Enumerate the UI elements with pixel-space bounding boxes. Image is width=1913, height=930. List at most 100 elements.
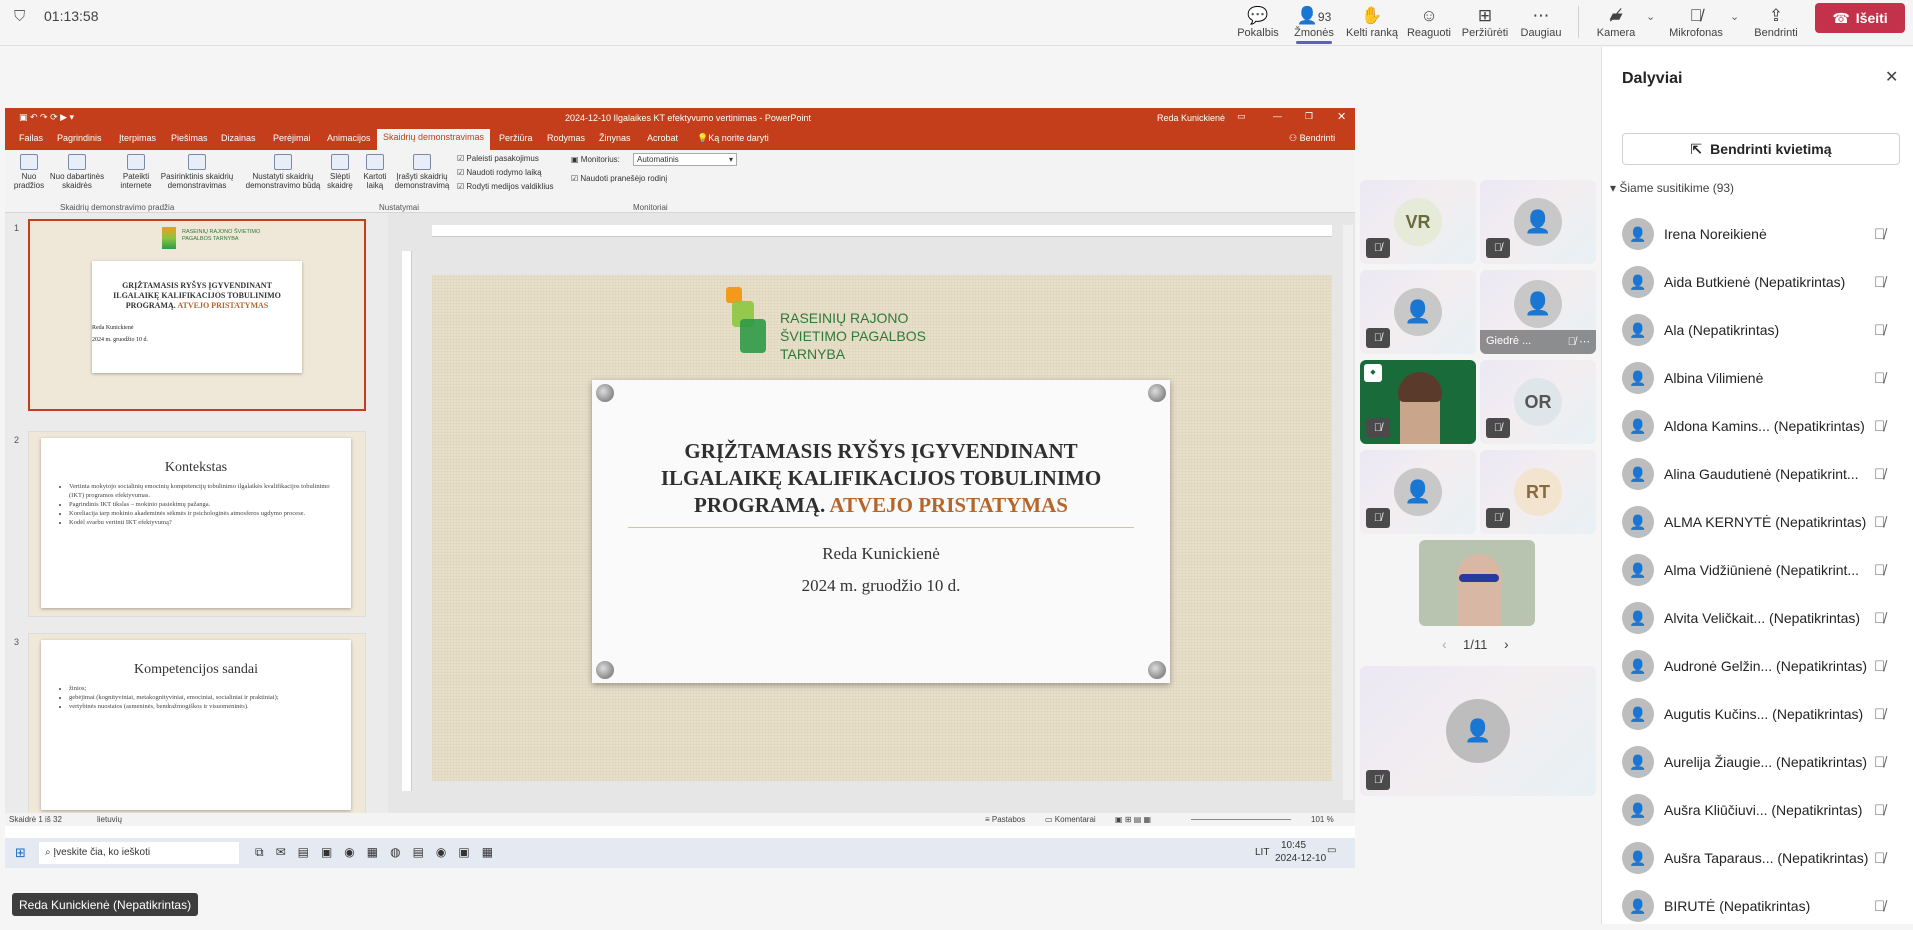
participant-row[interactable]: 👤 Alma Vidžiūnienė (Nepatikrint... 🎙̸ <box>1602 546 1913 594</box>
participant-row[interactable]: 👤 Aušra Kliūčiuvi... (Nepatikrintas) 🎙̸ <box>1602 786 1913 834</box>
checkbox-media-controls[interactable]: ☑ Rodyti medijos valdiklius <box>457 182 554 191</box>
panel-title: Dalyviai <box>1622 70 1683 87</box>
current-slide[interactable]: RASEINIŲ RAJONO ŠVIETIMO PAGALBOS TARNYB… <box>432 275 1332 781</box>
checkbox-presenter-view[interactable]: ☑ Naudoti pranešėjo rodinį <box>571 174 667 183</box>
camera-button[interactable]: ▰̸ Kamera <box>1588 0 1644 46</box>
rehearse-button[interactable]: Kartoti laiką <box>357 154 393 190</box>
participant-row[interactable]: 👤 Audronė Gelžin... (Nepatikrintas) 🎙̸ <box>1602 642 1913 690</box>
avatar: VR <box>1394 198 1442 246</box>
video-tile[interactable]: RT 🎙̸ <box>1480 450 1596 534</box>
taskbar-search-input[interactable]: ⌕ Įveskite čia, ko ieškoti <box>39 842 239 864</box>
chat-button[interactable]: 💬 Pokalbis <box>1230 0 1286 46</box>
thumb-date: 2024 m. gruodžio 10 d. <box>92 337 148 343</box>
view-buttons[interactable]: ▣ ⊞ ▤ ▦ <box>1115 815 1151 824</box>
video-tile[interactable]: VR 🎙̸ <box>1360 180 1476 264</box>
hide-slide-button[interactable]: Slėpti skaidrę <box>323 154 357 190</box>
section-header[interactable]: ▾ Šiame susitikime (93) <box>1610 181 1734 195</box>
monitor-select[interactable]: Automatinis ▾ <box>633 153 737 166</box>
tab-design[interactable]: Dizainas <box>219 133 258 150</box>
tab-animations[interactable]: Animacijos <box>325 133 373 150</box>
hand-icon: ✋ <box>1361 6 1383 25</box>
from-current-button[interactable]: Nuo dabartinės skaidrės <box>45 154 109 190</box>
prev-page-icon[interactable]: ‹ <box>1442 636 1447 652</box>
participant-row[interactable]: 👤 Ala (Nepatikrintas) 🎙̸ <box>1602 306 1913 354</box>
raise-hand-button[interactable]: ✋ Kelti ranką <box>1344 0 1400 46</box>
screw-icon <box>1148 661 1166 679</box>
comments-button[interactable]: ▭ Komentarai <box>1045 815 1096 824</box>
tab-view[interactable]: Rodymas <box>545 133 587 150</box>
notifications-icon[interactable]: ▭ <box>1327 845 1336 856</box>
self-video-tile[interactable]: 👤 🎙̸ <box>1360 666 1596 796</box>
slide-thumbnail-3[interactable]: Kompetencijos sandai žinios; gebėjimai (… <box>28 633 366 813</box>
avatar: 👤 <box>1622 410 1654 442</box>
mic-off-icon: 🎙̸ <box>1689 6 1703 25</box>
taskbar-app-icons[interactable]: ⧉✉▤▣◉▦◍▤◉▣▦ <box>255 845 505 860</box>
view-button[interactable]: ⊞ Peržiūrėti <box>1458 0 1512 46</box>
slide-thumbnail-1[interactable]: RASEINIŲ RAJONO ŠVIETIMO PAGALBOS TARNYB… <box>28 219 366 411</box>
tab-file[interactable]: Failas <box>17 133 45 150</box>
participant-row[interactable]: 👤 Albina Vilimienė 🎙̸ <box>1602 354 1913 402</box>
video-tile-camera[interactable] <box>1419 540 1535 626</box>
slide-thumbnail-2[interactable]: Kontekstas Vertinta mokytojo socialinių … <box>28 431 366 617</box>
zoom-slider[interactable] <box>1191 819 1291 820</box>
tab-help[interactable]: Žinynas <box>597 133 633 150</box>
present-online-button[interactable]: Pateikti internete <box>113 154 159 190</box>
participant-name: Alvita Veličkait... (Nepatikrintas) <box>1664 610 1861 626</box>
checkbox-timings[interactable]: ☑ Naudoti rodymo laiką <box>457 168 542 177</box>
participant-row[interactable]: 👤 Aurelija Žiaugie... (Nepatikrintas) 🎙̸ <box>1602 738 1913 786</box>
mic-chevron-icon[interactable]: ⌄ <box>1730 10 1739 23</box>
setup-show-button[interactable]: Nustatyti skaidrių demonstravimo būdą <box>241 154 325 190</box>
ribbon-display-icon[interactable]: ▭ <box>1237 111 1246 122</box>
language[interactable]: lietuvių <box>97 815 122 824</box>
tab-review[interactable]: Peržiūra <box>497 133 535 150</box>
participant-row[interactable]: 👤 Aldona Kamins... (Nepatikrintas) 🎙̸ <box>1602 402 1913 450</box>
tab-acrobat[interactable]: Acrobat <box>645 133 680 150</box>
participant-row[interactable]: 👤 Aida Butkienė (Nepatikrintas) 🎙̸ <box>1602 258 1913 306</box>
participant-row[interactable]: 👤 Alvita Veličkait... (Nepatikrintas) 🎙̸ <box>1602 594 1913 642</box>
restore-icon[interactable]: ❐ <box>1305 111 1313 122</box>
from-start-button[interactable]: Nuo pradžios <box>9 154 49 190</box>
video-tile[interactable]: 👤 🎙̸ <box>1360 270 1476 354</box>
slide-title: GRĮŽTAMASIS RYŠYS ĮGYVENDINANT ILGALAIKĘ… <box>660 439 1102 517</box>
leave-button[interactable]: ☎ Išeiti <box>1815 3 1905 33</box>
share-button[interactable]: ⇪ Bendrinti <box>1748 0 1804 46</box>
close-window-icon[interactable]: ✕ <box>1337 110 1346 123</box>
ribbon: Nuo pradžios Nuo dabartinės skaidrės Pat… <box>5 150 1355 213</box>
next-page-icon[interactable]: › <box>1504 636 1509 652</box>
checkbox-narrations[interactable]: ☑ Paleisti pasakojimus <box>457 154 539 163</box>
tab-home[interactable]: Pagrindinis <box>55 133 104 150</box>
tab-insert[interactable]: Įterpimas <box>117 133 158 150</box>
video-tile-camera[interactable]: ◆ 🎙̸ <box>1360 360 1476 444</box>
tell-me-search[interactable]: 💡Ką norite daryti <box>695 133 771 150</box>
participant-row[interactable]: 👤 Alina Gaudutienė (Nepatikrint... 🎙̸ <box>1602 450 1913 498</box>
video-tile[interactable]: 👤 🎙̸ <box>1480 180 1596 264</box>
notes-button[interactable]: ≡ Pastabos <box>985 815 1025 824</box>
ppt-share-button[interactable]: ⚇ Bendrinti <box>1287 133 1337 150</box>
windows-start-icon[interactable]: ⊞ <box>15 845 26 861</box>
microphone-button[interactable]: 🎙̸ Mikrofonas <box>1664 0 1728 46</box>
minimize-icon[interactable]: — <box>1273 111 1282 121</box>
more-button[interactable]: ⋯ Daugiau <box>1514 0 1568 46</box>
video-tile[interactable]: 👤 🎙̸ <box>1360 450 1476 534</box>
participant-row[interactable]: 👤 BIRUTĖ (Nepatikrintas) 🎙̸ <box>1602 882 1913 930</box>
camera-chevron-icon[interactable]: ⌄ <box>1646 10 1655 23</box>
tab-draw[interactable]: Piešimas <box>169 133 210 150</box>
close-icon[interactable]: ✕ <box>1885 67 1898 87</box>
people-button[interactable]: 👤93 Žmonės <box>1288 0 1340 46</box>
participant-row[interactable]: 👤 ALMA KERNYTĖ (Nepatikrintas) 🎙̸ <box>1602 498 1913 546</box>
muted-icon: 🎙̸ <box>1366 238 1390 258</box>
react-button[interactable]: ☺ Reaguoti <box>1402 0 1456 46</box>
share-invite-button[interactable]: ⇱ Bendrinti kvietimą <box>1622 133 1900 165</box>
custom-show-button[interactable]: Pasirinktinis skaidrių demonstravimas <box>157 154 237 190</box>
tab-slideshow[interactable]: Skaidrių demonstravimas <box>377 129 491 150</box>
participant-row[interactable]: 👤 Aušra Taparaus... (Nepatikrintas) 🎙̸ <box>1602 834 1913 882</box>
participant-row[interactable]: 👤 Augutis Kučins... (Nepatikrintas) 🎙̸ <box>1602 690 1913 738</box>
participant-row[interactable]: 👤 Irena Noreikienė 🎙̸ <box>1602 210 1913 258</box>
record-button[interactable]: Įrašyti skaidrių demonstravimą <box>393 154 451 190</box>
video-tile[interactable]: 👤 Giedrė ... 🎙̸ ⋯ <box>1480 270 1596 354</box>
video-tile[interactable]: OR 🎙̸ <box>1480 360 1596 444</box>
vertical-scrollbar[interactable] <box>1343 225 1353 800</box>
tab-transitions[interactable]: Perėjimai <box>271 133 313 150</box>
shield-icon: ⛉ <box>14 8 26 25</box>
ellipsis-icon[interactable]: 🎙̸ ⋯ <box>1568 335 1590 348</box>
